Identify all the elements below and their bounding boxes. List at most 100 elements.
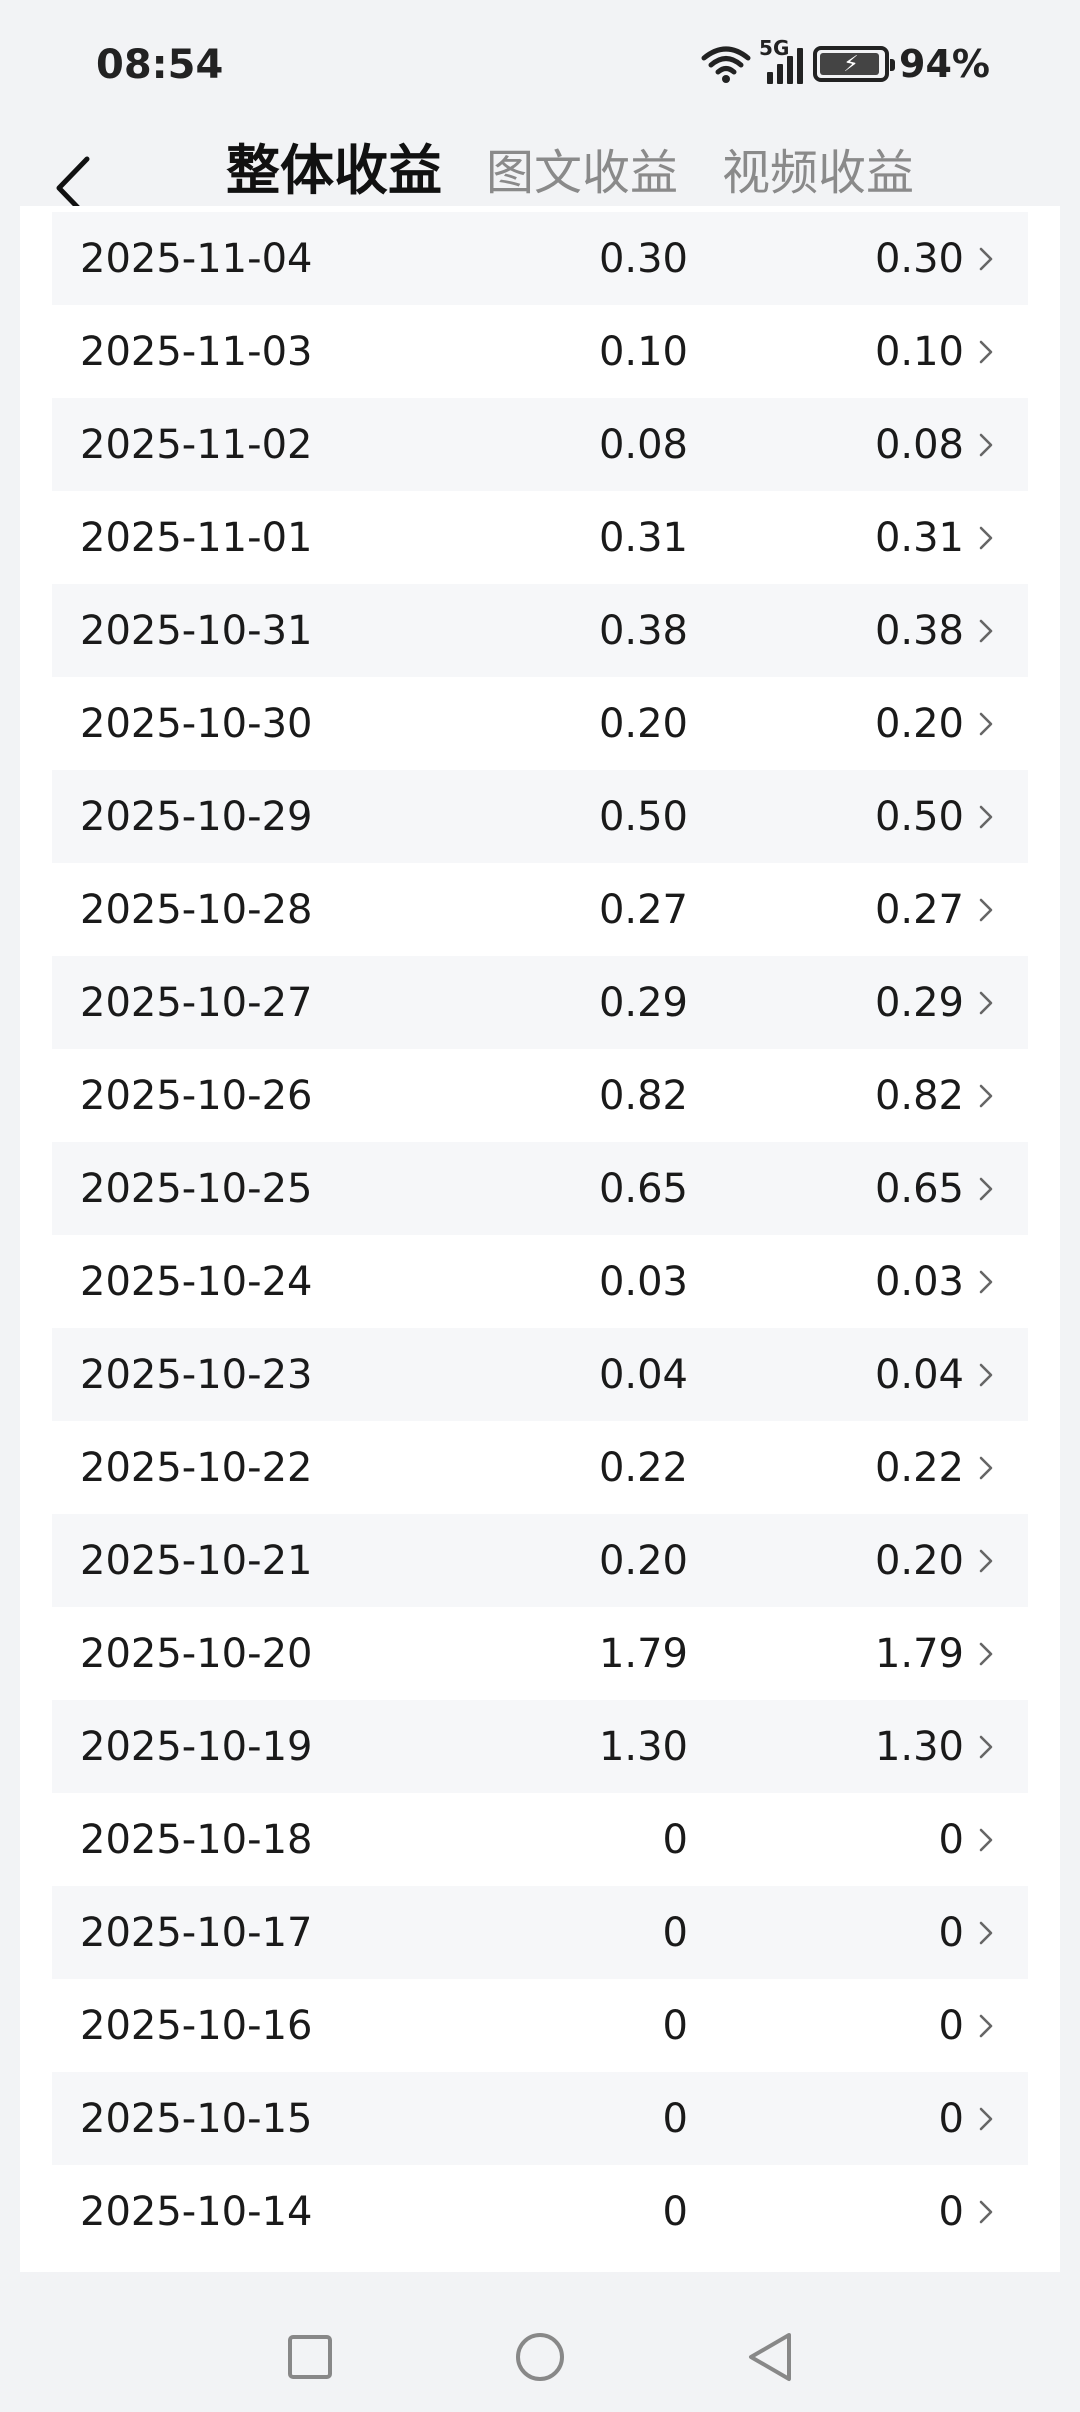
row-earnings-value: 0.20 bbox=[598, 700, 688, 747]
chevron-right-icon bbox=[979, 2014, 993, 2038]
list-item[interactable]: 2025-10-28 0.27 0.27 bbox=[52, 863, 1028, 956]
row-total-value: 0 bbox=[938, 1909, 964, 1956]
list-item[interactable]: 2025-11-01 0.31 0.31 bbox=[52, 491, 1028, 584]
row-total-value: 0.82 bbox=[874, 1072, 964, 1119]
row-earnings-value: 1.30 bbox=[598, 1723, 688, 1770]
chevron-right-icon bbox=[979, 1084, 993, 1108]
row-earnings-value: 0.38 bbox=[598, 607, 688, 654]
row-date: 2025-10-17 bbox=[80, 1909, 313, 1956]
row-earnings-value: 0.29 bbox=[598, 979, 688, 1026]
tab-overall-earnings[interactable]: 整体收益 bbox=[226, 126, 442, 205]
row-earnings-value: 0 bbox=[662, 1816, 688, 1863]
row-total-value: 0.20 bbox=[874, 1537, 964, 1584]
row-earnings-value: 0 bbox=[662, 2095, 688, 2142]
row-total-value: 0.31 bbox=[874, 514, 964, 561]
row-earnings-value: 0.65 bbox=[598, 1165, 688, 1212]
home-button[interactable] bbox=[505, 2322, 575, 2392]
row-date: 2025-10-18 bbox=[80, 1816, 313, 1863]
list-item[interactable]: 2025-10-21 0.20 0.20 bbox=[52, 1514, 1028, 1607]
list-item[interactable]: 2025-11-03 0.10 0.10 bbox=[52, 305, 1028, 398]
chevron-right-icon bbox=[979, 712, 993, 736]
earnings-list: 2025-11-04 0.30 0.30 2025-11-03 0.10 0.10 2025… bbox=[52, 212, 1028, 2258]
row-date: 2025-10-16 bbox=[80, 2002, 313, 2049]
row-earnings-value: 0 bbox=[662, 2002, 688, 2049]
circle-icon bbox=[516, 2333, 564, 2381]
row-earnings-value: 0.82 bbox=[598, 1072, 688, 1119]
row-date: 2025-11-02 bbox=[80, 421, 313, 468]
recents-button[interactable] bbox=[275, 2322, 345, 2392]
chevron-right-icon bbox=[979, 1456, 993, 1480]
row-total-value: 0 bbox=[938, 1816, 964, 1863]
row-total-value: 0 bbox=[938, 2188, 964, 2235]
chevron-right-icon bbox=[979, 1177, 993, 1201]
system-nav-bar bbox=[0, 2298, 1080, 2412]
list-item[interactable]: 2025-10-14 0 0 bbox=[52, 2165, 1028, 2258]
earnings-card: 2025-11-04 0.30 0.30 2025-11-03 0.10 0.10 2025… bbox=[20, 206, 1060, 2272]
row-total-value: 1.30 bbox=[874, 1723, 964, 1770]
signal-icon: 5G bbox=[759, 36, 804, 84]
list-item[interactable]: 2025-10-20 1.79 1.79 bbox=[52, 1607, 1028, 1700]
status-icons: 5G ⚡ 94% bbox=[701, 36, 990, 86]
status-time: 08:54 bbox=[96, 42, 224, 88]
list-item[interactable]: 2025-11-04 0.30 0.30 bbox=[52, 212, 1028, 305]
list-item[interactable]: 2025-10-18 0 0 bbox=[52, 1793, 1028, 1886]
list-item[interactable]: 2025-10-15 0 0 bbox=[52, 2072, 1028, 2165]
row-earnings-value: 0 bbox=[662, 1909, 688, 1956]
chevron-right-icon bbox=[979, 2107, 993, 2131]
list-item[interactable]: 2025-10-30 0.20 0.20 bbox=[52, 677, 1028, 770]
row-earnings-value: 0.27 bbox=[598, 886, 688, 933]
header: 整体收益 图文收益 视频收益 bbox=[0, 118, 1080, 220]
chevron-right-icon bbox=[979, 247, 993, 271]
row-date: 2025-11-01 bbox=[80, 514, 313, 561]
tab-article-earnings[interactable]: 图文收益 bbox=[486, 133, 678, 203]
triangle-back-icon bbox=[749, 2333, 791, 2381]
row-total-value: 0.10 bbox=[874, 328, 964, 375]
row-earnings-value: 0.22 bbox=[598, 1444, 688, 1491]
charging-icon: ⚡ bbox=[843, 51, 859, 77]
row-date: 2025-10-19 bbox=[80, 1723, 313, 1770]
list-item[interactable]: 2025-10-17 0 0 bbox=[52, 1886, 1028, 1979]
battery-percent: 94% bbox=[899, 42, 990, 86]
row-date: 2025-10-23 bbox=[80, 1351, 313, 1398]
list-item[interactable]: 2025-10-26 0.82 0.82 bbox=[52, 1049, 1028, 1142]
list-item[interactable]: 2025-10-25 0.65 0.65 bbox=[52, 1142, 1028, 1235]
list-item[interactable]: 2025-10-24 0.03 0.03 bbox=[52, 1235, 1028, 1328]
list-item[interactable]: 2025-11-02 0.08 0.08 bbox=[52, 398, 1028, 491]
chevron-right-icon bbox=[979, 1270, 993, 1294]
row-total-value: 0 bbox=[938, 2002, 964, 2049]
chevron-right-icon bbox=[979, 526, 993, 550]
row-total-value: 0.50 bbox=[874, 793, 964, 840]
row-total-value: 0.65 bbox=[874, 1165, 964, 1212]
list-item[interactable]: 2025-10-31 0.38 0.38 bbox=[52, 584, 1028, 677]
row-earnings-value: 0.20 bbox=[598, 1537, 688, 1584]
list-item[interactable]: 2025-10-19 1.30 1.30 bbox=[52, 1700, 1028, 1793]
tab-video-earnings[interactable]: 视频收益 bbox=[722, 133, 914, 203]
list-item[interactable]: 2025-10-22 0.22 0.22 bbox=[52, 1421, 1028, 1514]
row-earnings-value: 0.30 bbox=[598, 235, 688, 282]
row-date: 2025-10-25 bbox=[80, 1165, 313, 1212]
square-icon bbox=[288, 2335, 332, 2379]
row-date: 2025-11-04 bbox=[80, 235, 313, 282]
row-total-value: 0.27 bbox=[874, 886, 964, 933]
chevron-right-icon bbox=[979, 1549, 993, 1573]
list-item[interactable]: 2025-10-23 0.04 0.04 bbox=[52, 1328, 1028, 1421]
row-total-value: 0.38 bbox=[874, 607, 964, 654]
row-earnings-value: 0 bbox=[662, 2188, 688, 2235]
chevron-right-icon bbox=[979, 2200, 993, 2224]
list-item[interactable]: 2025-10-16 0 0 bbox=[52, 1979, 1028, 2072]
row-earnings-value: 0.10 bbox=[598, 328, 688, 375]
row-total-value: 0.08 bbox=[874, 421, 964, 468]
tab-bar: 整体收益 图文收益 视频收益 bbox=[226, 126, 914, 205]
chevron-right-icon bbox=[979, 619, 993, 643]
row-date: 2025-10-31 bbox=[80, 607, 313, 654]
row-total-value: 0.20 bbox=[874, 700, 964, 747]
row-date: 2025-11-03 bbox=[80, 328, 313, 375]
list-item[interactable]: 2025-10-27 0.29 0.29 bbox=[52, 956, 1028, 1049]
row-total-value: 0.04 bbox=[874, 1351, 964, 1398]
row-earnings-value: 0.50 bbox=[598, 793, 688, 840]
list-item[interactable]: 2025-10-29 0.50 0.50 bbox=[52, 770, 1028, 863]
chevron-right-icon bbox=[979, 1642, 993, 1666]
row-date: 2025-10-29 bbox=[80, 793, 313, 840]
nav-back-button[interactable] bbox=[735, 2322, 805, 2392]
row-earnings-value: 0.08 bbox=[598, 421, 688, 468]
